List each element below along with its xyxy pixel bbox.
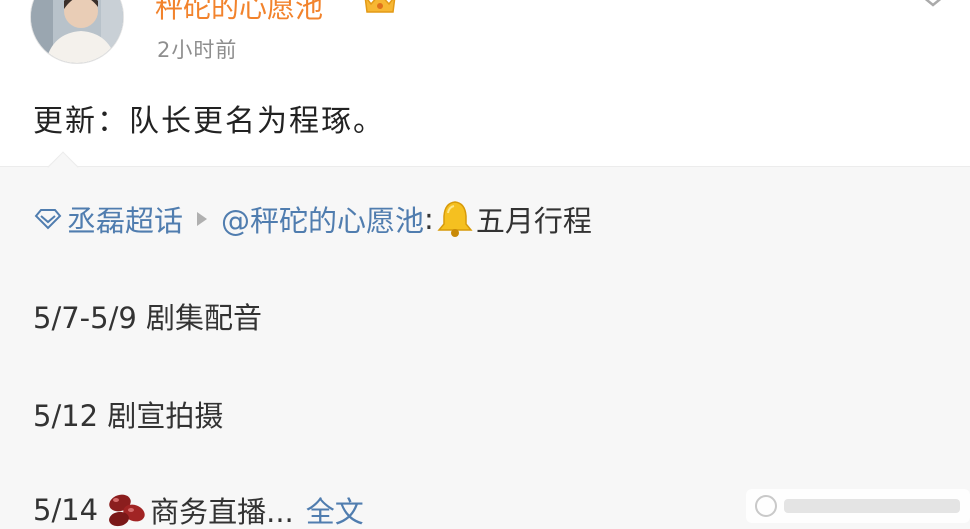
avatar[interactable]	[30, 0, 124, 64]
supertopic-link[interactable]: 丞磊超话	[67, 198, 183, 240]
schedule-date: 5/14	[33, 493, 99, 527]
schedule-text: 商务直播...	[150, 495, 294, 529]
username[interactable]: 秤砣的心愿池	[155, 0, 323, 26]
arrow-right-icon	[197, 212, 208, 226]
diamond-icon	[34, 209, 62, 230]
schedule-line: 5/7-5/9 剧集配音	[33, 301, 263, 335]
post-header: 秤砣的心愿池 2小时前	[0, 0, 970, 80]
chevron-down-icon[interactable]	[918, 0, 948, 8]
crown-badge-icon	[364, 0, 396, 13]
weibo-post: 秤砣的心愿池 2小时前 更新：队长更名为程琢。 丞磊超话 @秤砣的心愿池 : 五…	[0, 0, 970, 529]
post-text: 更新：队长更名为程琢。	[33, 104, 385, 139]
schedule-line: 5/14 商务直播... 全文	[33, 489, 364, 529]
post-timestamp: 2小时前	[157, 38, 238, 62]
repost-title: 五月行程	[475, 204, 592, 238]
mention-link[interactable]: @秤砣的心愿池	[221, 198, 424, 240]
bell-icon	[437, 201, 473, 237]
repost-card[interactable]: 丞磊超话 @秤砣的心愿池 : 五月行程 5/7-5/9 剧集配音 5/12 剧宣…	[0, 151, 970, 529]
schedule-line: 5/12 剧宣拍摄	[33, 399, 224, 433]
bean-emoji-icon	[109, 494, 145, 527]
card-notch	[47, 151, 79, 183]
repost-header: 丞磊超话 @秤砣的心愿池 : 五月行程	[33, 198, 592, 240]
watermark-logo	[746, 489, 970, 523]
full-text-link[interactable]: 全文	[306, 489, 364, 529]
colon: :	[424, 202, 434, 236]
